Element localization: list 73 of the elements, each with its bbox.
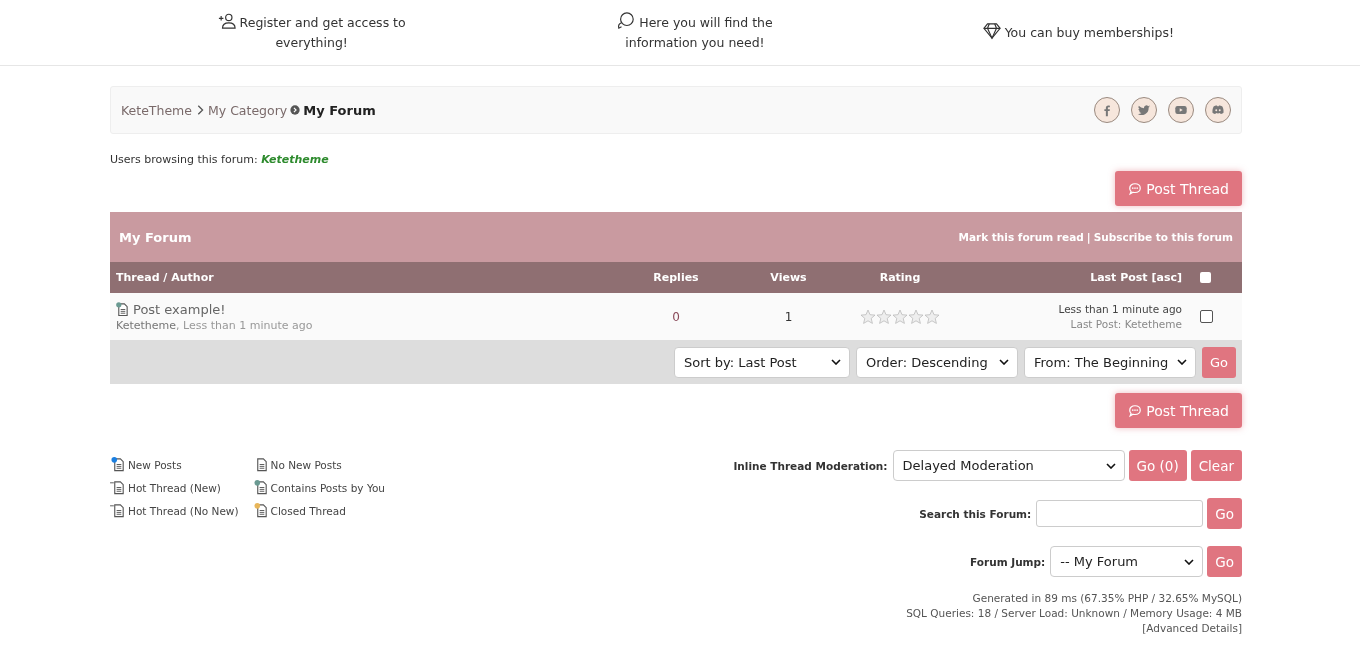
facebook-button[interactable] xyxy=(1094,97,1120,123)
breadcrumb-link[interactable]: My Category xyxy=(208,102,288,118)
last-post-time: Less than 1 minute ago xyxy=(1058,301,1182,317)
arrow-circle-icon xyxy=(290,104,301,116)
column-header: Views xyxy=(769,271,808,284)
post-thread-button[interactable]: Post Thread xyxy=(1115,393,1242,428)
go-button[interactable]: Go xyxy=(1201,346,1236,378)
feature-text: Register and get access to everything! xyxy=(201,12,422,53)
discord-icon xyxy=(1211,103,1225,117)
server-stats: SQL Queries: 18 / Server Load: Unknown / Memory Usage: 4 MB xyxy=(906,606,1242,621)
browsing-users-text: Users browsing this forum: Ketetheme xyxy=(110,153,330,166)
breadcrumb-current: My Forum xyxy=(303,102,376,118)
twitter-icon xyxy=(1137,103,1151,117)
chat-bubbles-icon xyxy=(617,12,636,30)
forum-title: My Forum xyxy=(119,229,192,245)
breadcrumb-link[interactable]: KeteTheme xyxy=(121,102,192,118)
legend-label: Hot Thread (No New) xyxy=(128,504,239,517)
select-all-checkbox[interactable] xyxy=(1200,272,1211,283)
from-select[interactable]: From: The Beginning xyxy=(1023,346,1196,378)
legend-label: No New Posts xyxy=(270,458,342,471)
order-select[interactable]: Order: Descending xyxy=(855,346,1018,378)
caret-icon xyxy=(1184,558,1195,565)
legend-label: Hot Thread (New) xyxy=(128,481,221,494)
separator-text: , xyxy=(176,318,180,332)
clear-button[interactable]: Clear xyxy=(1190,450,1242,481)
youtube-icon xyxy=(1174,103,1188,117)
separator-text: | xyxy=(1086,231,1091,243)
go-button[interactable]: Go (0) xyxy=(1128,450,1187,481)
thread-time: Less than 1 minute ago xyxy=(183,318,313,332)
subscribe-link[interactable]: Subscribe to this forum xyxy=(1093,231,1233,243)
chat-icon xyxy=(1128,403,1143,418)
advanced-details-link[interactable]: [Advanced Details] xyxy=(1142,621,1242,636)
column-header: Rating xyxy=(878,271,922,284)
thread-checkbox[interactable] xyxy=(1200,310,1213,323)
caret-icon xyxy=(998,359,1009,365)
last-post-label: Last Post: xyxy=(1070,317,1122,330)
feature-text: Here you will find the information you need! xyxy=(585,12,805,53)
caret-icon xyxy=(830,359,841,365)
sort-by-select[interactable]: Sort by: Last Post xyxy=(673,346,850,378)
forum-jump-select[interactable]: -- My Forum xyxy=(1050,546,1204,577)
legend-label: New Posts xyxy=(128,458,182,471)
last-post-user-link[interactable]: Ketetheme xyxy=(1124,317,1182,330)
legend-label: Closed Thread xyxy=(270,504,346,517)
twitter-button[interactable] xyxy=(1131,97,1157,123)
youtube-button[interactable] xyxy=(1168,97,1194,123)
generation-stats: Generated in 89 ms (67.35% PHP / 32.65% MySQL) xyxy=(972,591,1242,606)
star-rating[interactable] xyxy=(860,308,940,325)
forum-jump-label: Forum Jump: xyxy=(970,555,1046,568)
chevron-icon xyxy=(195,104,205,116)
user-link[interactable]: Ketetheme xyxy=(261,153,329,166)
mark-read-link[interactable]: Mark this forum read xyxy=(958,231,1084,243)
legend-label: Contains Posts by You xyxy=(270,481,385,494)
discord-button[interactable] xyxy=(1205,97,1231,123)
feature-text: You can buy memberships! xyxy=(982,22,1174,43)
caret-icon xyxy=(1105,462,1116,469)
chat-icon xyxy=(1128,181,1143,196)
diamond-icon xyxy=(982,22,1001,40)
post-thread-button[interactable]: Post Thread xyxy=(1115,171,1242,206)
go-button[interactable]: Go xyxy=(1207,498,1242,529)
column-header: Thread / Author xyxy=(115,271,215,284)
column-header: Replies xyxy=(652,271,700,284)
views-count: 1 xyxy=(783,309,794,324)
search-field[interactable] xyxy=(1036,500,1204,527)
replies-count[interactable]: 0 xyxy=(615,309,737,324)
thread-title-link[interactable]: Post example! xyxy=(133,301,226,317)
add-user-icon xyxy=(217,12,236,30)
moderation-select[interactable]: Delayed Moderation xyxy=(892,450,1125,481)
caret-icon xyxy=(1176,359,1187,365)
column-header-link[interactable]: Last Post [asc] xyxy=(960,271,1192,284)
search-label: Search this Forum: xyxy=(919,507,1032,520)
go-button[interactable]: Go xyxy=(1207,546,1242,577)
moderation-label: Inline Thread Moderation: xyxy=(733,459,888,472)
author-link[interactable]: Ketetheme xyxy=(116,318,177,332)
